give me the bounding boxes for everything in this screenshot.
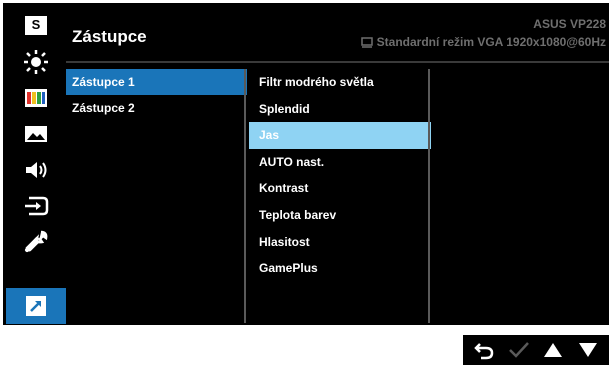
column-divider-2 (428, 69, 430, 323)
option-blue-light-filter[interactable]: Filtr modrého světla (249, 69, 431, 96)
sidebar-item-blue-light[interactable] (6, 44, 66, 80)
status-line: Standardní režim VGA 1920x1080@60Hz (360, 35, 606, 49)
down-button[interactable] (574, 336, 602, 364)
image-icon (25, 126, 47, 142)
sidebar-item-input-select[interactable] (6, 188, 66, 224)
option-brightness[interactable]: Jas (249, 122, 431, 149)
sidebar-item-sound[interactable] (6, 152, 66, 188)
submenu-item-shortcut-1[interactable]: Zástupce 1 (66, 69, 247, 95)
confirm-button[interactable] (505, 336, 533, 364)
model-name: ASUS VP228 (533, 17, 606, 31)
sidebar-item-color[interactable] (6, 80, 66, 116)
sidebar-item-shortcut[interactable] (6, 288, 66, 324)
color-icon (25, 89, 47, 107)
osd-menu: S Zástupce ASUS VP228 Standardní režim V… (3, 3, 609, 325)
navigation-bar (463, 335, 609, 365)
sound-icon (26, 162, 47, 178)
option-volume[interactable]: Hlasitost (249, 229, 431, 256)
up-button[interactable] (539, 336, 567, 364)
splendid-s-icon: S (25, 16, 47, 35)
column-divider-1 (244, 69, 246, 323)
option-gameplus[interactable]: GamePlus (249, 255, 431, 282)
svg-text:S: S (32, 17, 41, 32)
submenu-list: Zástupce 1 Zástupce 2 (66, 69, 247, 121)
option-contrast[interactable]: Kontrast (249, 175, 431, 202)
options-list: Filtr modrého světla Splendid Jas AUTO n… (249, 69, 431, 282)
down-arrow-icon (578, 343, 597, 357)
header-divider (66, 61, 609, 63)
input-select-icon (25, 196, 49, 216)
mode-text: Standardní režim VGA 1920x1080@60Hz (376, 35, 606, 49)
sidebar-item-image[interactable] (6, 116, 66, 152)
shortcut-icon (26, 296, 46, 316)
back-icon (474, 343, 494, 360)
option-color-temp[interactable]: Teplota barev (249, 202, 431, 229)
sidebar: S (6, 8, 66, 328)
submenu-item-shortcut-2[interactable]: Zástupce 2 (66, 95, 247, 121)
option-auto-adjust[interactable]: AUTO nast. (249, 149, 431, 176)
sidebar-item-splendid[interactable]: S (6, 8, 66, 44)
sidebar-item-system-setup[interactable] (6, 224, 66, 260)
option-splendid[interactable]: Splendid (249, 96, 431, 123)
blue-light-filter-icon (24, 50, 48, 74)
check-icon (508, 342, 529, 358)
page-title: Zástupce (72, 27, 147, 46)
monitor-icon (360, 36, 373, 48)
system-setup-icon (25, 230, 48, 252)
up-arrow-icon (544, 343, 563, 357)
back-button[interactable] (470, 336, 498, 364)
